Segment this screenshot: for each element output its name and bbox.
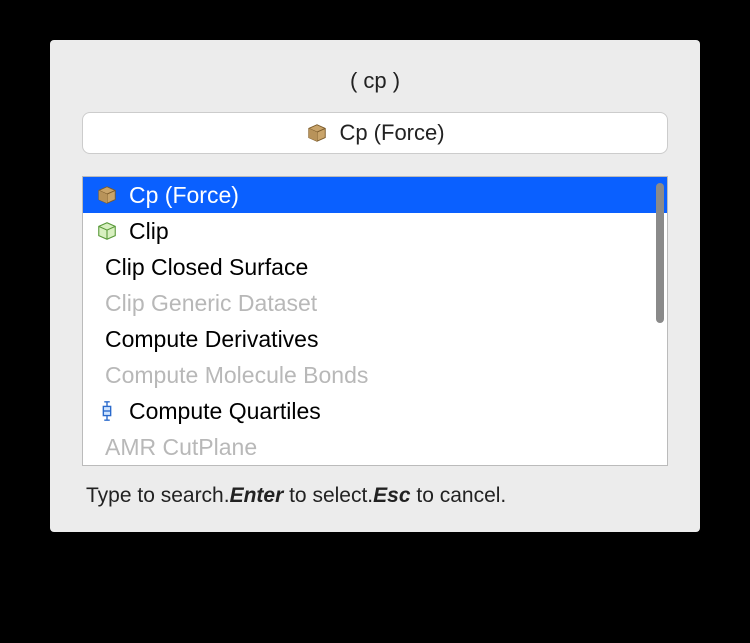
greenbox-icon [95, 219, 119, 243]
list-item-label: Clip Generic Dataset [105, 288, 317, 318]
results-list-container: Cp (Force) Clip Clip Closed Surface Clip G… [82, 176, 668, 466]
list-item-label: Clip Closed Surface [105, 252, 308, 282]
search-input-value: Cp (Force) [339, 120, 444, 146]
list-item: Clip Generic Dataset [83, 285, 667, 321]
list-item-label: Compute Quartiles [129, 396, 321, 426]
list-item: Compute Molecule Bonds [83, 357, 667, 393]
list-item[interactable]: Clip [83, 213, 667, 249]
box-icon [305, 121, 329, 145]
list-item-label: Compute Derivatives [105, 324, 318, 354]
list-item-label: AMR CutPlane [105, 432, 257, 462]
search-input[interactable]: Cp (Force) [82, 112, 668, 154]
scrollbar-thumb[interactable] [656, 183, 664, 323]
search-query-display: ( cp ) [82, 68, 668, 94]
list-item[interactable]: Clip Closed Surface [83, 249, 667, 285]
hint-text: Type to search.Enter to select.Esc to ca… [82, 484, 668, 508]
box-icon [95, 183, 119, 207]
list-item-label: Cp (Force) [129, 180, 239, 210]
list-item[interactable]: Compute Derivatives [83, 321, 667, 357]
list-item-label: Clip [129, 216, 169, 246]
filter-picker-dialog: ( cp ) Cp (Force) Cp (Force) Clip Clip Cl… [50, 40, 700, 532]
list-item-label: Compute Molecule Bonds [105, 360, 368, 390]
list-item[interactable]: Compute Quartiles [83, 393, 667, 429]
list-item[interactable]: Cp (Force) [83, 177, 667, 213]
list-item: AMR CutPlane [83, 429, 667, 465]
quartile-icon [95, 399, 119, 423]
results-list[interactable]: Cp (Force) Clip Clip Closed Surface Clip G… [83, 177, 667, 465]
